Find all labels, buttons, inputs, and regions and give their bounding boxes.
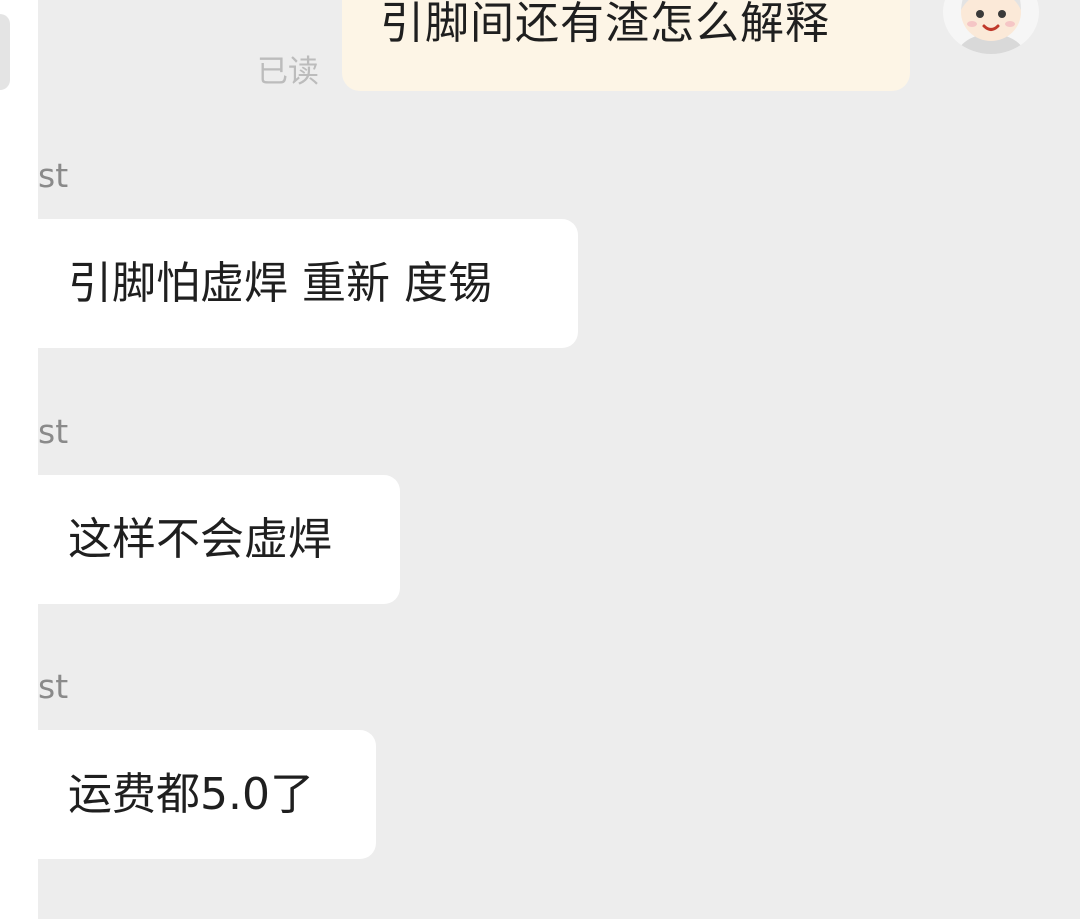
incoming-message-bubble[interactable]: 这样不会虚焊 [38, 475, 400, 604]
cartoon-face-avatar-icon[interactable] [943, 0, 1039, 54]
sender-name: st [38, 412, 69, 451]
message-text: 运费都5.0了 [68, 769, 314, 820]
read-status: 已读 [257, 54, 319, 90]
outgoing-message-bubble[interactable]: 引脚间还有渣怎么解释 [342, 0, 910, 91]
sender-name: st [38, 156, 69, 195]
message-text: 这样不会虚焊 [68, 514, 332, 565]
message-text: 引脚间还有渣怎么解释 [380, 0, 830, 49]
left-panel-edge [0, 0, 38, 919]
left-panel-tab [0, 14, 10, 90]
chat-message-list[interactable]: 已读 引脚间还有渣怎么解释 st 引脚怕虚焊 重新 度锡 st 这样不会虚焊 s… [38, 0, 1080, 919]
incoming-message-bubble[interactable]: 运费都5.0了 [38, 730, 376, 859]
sender-name: st [38, 667, 69, 706]
incoming-message-bubble[interactable]: 引脚怕虚焊 重新 度锡 [38, 219, 578, 348]
message-text: 引脚怕虚焊 重新 度锡 [68, 258, 492, 309]
